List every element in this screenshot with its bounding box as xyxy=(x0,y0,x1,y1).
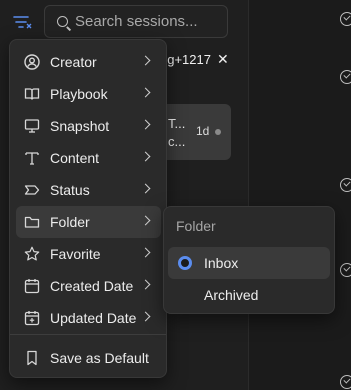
chevron-right-icon xyxy=(140,183,151,194)
chevron-right-icon xyxy=(140,279,151,290)
check-circle-icon[interactable] xyxy=(340,70,351,84)
tag-icon xyxy=(24,182,40,198)
session-card-age: 1d xyxy=(196,124,210,138)
filter-chip-label: ng+1217 xyxy=(160,51,211,67)
session-card-subtitle: c... xyxy=(168,134,186,149)
menu-item-label: Favorite xyxy=(50,246,101,262)
menu-item-content[interactable]: Content xyxy=(16,142,161,174)
menu-item-label: Updated Date xyxy=(50,310,137,326)
submenu-title: Folder xyxy=(176,218,216,234)
chevron-right-icon xyxy=(140,55,151,66)
star-icon xyxy=(24,246,40,262)
menu-item-label: Content xyxy=(50,150,100,166)
menu-item-label: Snapshot xyxy=(50,118,110,134)
menu-item-status[interactable]: Status xyxy=(16,174,161,206)
book-icon xyxy=(24,86,40,102)
status-dot xyxy=(215,129,221,135)
user-circle-icon xyxy=(24,54,40,70)
folder-option-label: Archived xyxy=(204,287,259,303)
session-detail-pane xyxy=(248,0,351,390)
folder-icon xyxy=(24,214,40,230)
filter-chip[interactable]: ng+1217 ✕ xyxy=(160,49,229,69)
search-box[interactable] xyxy=(44,5,228,38)
menu-item-label: Created Date xyxy=(50,278,134,294)
monitor-icon xyxy=(24,118,40,134)
save-as-default-button[interactable]: Save as Default xyxy=(16,342,161,374)
filter-menu: Creator Playbook Snapshot Content Status xyxy=(9,39,167,378)
chevron-right-icon xyxy=(140,215,151,226)
check-circle-icon[interactable] xyxy=(340,263,351,277)
search-input[interactable] xyxy=(75,6,225,37)
calendar-plus-icon xyxy=(24,310,40,326)
menu-item-label: Playbook xyxy=(50,86,108,102)
close-icon[interactable]: ✕ xyxy=(217,51,229,68)
save-as-default-label: Save as Default xyxy=(50,350,149,366)
menu-item-snapshot[interactable]: Snapshot xyxy=(16,110,161,142)
filter-icon[interactable] xyxy=(12,12,34,32)
chevron-right-icon xyxy=(140,247,151,258)
folder-submenu: Folder Inbox Archived xyxy=(163,206,335,314)
folder-option-inbox[interactable]: Inbox xyxy=(168,247,330,279)
folder-option-archived[interactable]: Archived xyxy=(168,279,330,311)
menu-divider xyxy=(10,334,166,335)
check-circle-icon[interactable] xyxy=(340,178,351,192)
search-icon xyxy=(57,16,68,27)
menu-item-updated-date[interactable]: Updated Date xyxy=(16,302,161,334)
session-card-title: T... xyxy=(168,116,186,131)
chevron-right-icon xyxy=(140,151,151,162)
session-card[interactable]: T... c... 1d xyxy=(160,104,231,160)
menu-item-creator[interactable]: Creator xyxy=(16,46,161,78)
check-circle-icon[interactable] xyxy=(340,375,351,389)
menu-item-favorite[interactable]: Favorite xyxy=(16,238,161,270)
chevron-right-icon xyxy=(140,311,151,322)
menu-item-label: Status xyxy=(50,182,90,198)
chevron-right-icon xyxy=(140,119,151,130)
bookmark-icon xyxy=(24,350,40,366)
menu-item-label: Creator xyxy=(50,54,97,70)
menu-item-created-date[interactable]: Created Date xyxy=(16,270,161,302)
check-circle-icon[interactable] xyxy=(340,12,351,26)
menu-item-folder[interactable]: Folder xyxy=(16,206,161,238)
radio-selected-icon[interactable] xyxy=(178,256,192,270)
folder-option-label: Inbox xyxy=(204,255,239,271)
chevron-right-icon xyxy=(140,87,151,98)
calendar-icon xyxy=(24,278,40,294)
menu-item-label: Folder xyxy=(50,214,90,230)
menu-item-playbook[interactable]: Playbook xyxy=(16,78,161,110)
text-icon xyxy=(24,150,40,166)
